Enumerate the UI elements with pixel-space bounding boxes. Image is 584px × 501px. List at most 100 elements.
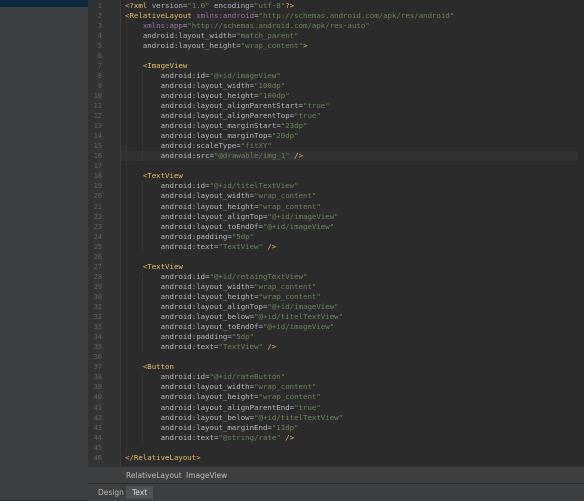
line-number: 21	[93, 202, 102, 211]
line-number: 39	[93, 383, 102, 392]
line-number: 1	[97, 1, 102, 10]
code-line[interactable]: android:id="@+id/rateButton"	[125, 372, 286, 382]
breadcrumb: RelativeLayout ImageView	[88, 466, 584, 484]
line-number: 34	[93, 333, 102, 342]
line-number: 45	[93, 443, 102, 452]
code-line[interactable]: android:text="TextView" />	[125, 242, 277, 252]
code-line[interactable]: android:layout_below="@+id/titelTextView…	[125, 312, 343, 322]
code-line[interactable]: android:layout_toEndOf="@+id/imageView"	[125, 222, 335, 232]
line-number: 5	[97, 41, 102, 50]
line-number: 24	[93, 232, 102, 241]
code-line[interactable]: android:layout_width="wrap_content"	[125, 191, 317, 201]
code-line[interactable]: android:id="@+id/titelTextView"	[125, 181, 299, 191]
line-number: 18	[93, 172, 102, 181]
code-line[interactable]: android:src="@drawable/img_1" />	[121, 151, 584, 162]
indent-guide	[142, 70, 143, 162]
code-line[interactable]: xmlns:app="http://schemas.android.com/ap…	[125, 21, 370, 31]
line-number: 43	[93, 423, 102, 432]
line-number: 42	[93, 413, 102, 422]
line-number: 36	[93, 353, 102, 362]
code-line[interactable]: android:layout_height="wrap_content"	[125, 392, 321, 402]
code-line[interactable]: <Button	[125, 362, 174, 372]
code-line[interactable]: android:layout_alignTop="@+id/imageView"	[125, 212, 339, 222]
line-number: 11	[93, 102, 102, 110]
line-number: 46	[93, 453, 102, 462]
project-panel-strip	[0, 0, 88, 500]
editor-scrollbar[interactable]	[578, 0, 584, 466]
code-line[interactable]: android:layout_height="wrap_content">	[125, 41, 308, 51]
code-line[interactable]: <TextView	[125, 262, 183, 272]
indent-guide	[142, 372, 143, 443]
line-number: 38	[93, 373, 102, 382]
line-number: 8	[97, 71, 102, 80]
code-line[interactable]: android:layout_alignTop="@+id/imageView"	[125, 302, 339, 312]
line-number: 33	[93, 323, 102, 332]
line-number: 29	[93, 282, 102, 291]
indent-guide	[126, 20, 127, 453]
line-number: 4	[97, 31, 102, 40]
tab-design[interactable]: Design	[92, 486, 130, 499]
line-number: 30	[93, 292, 102, 301]
code-line[interactable]: <?xml version="1.0" encoding="utf-8"?>	[125, 1, 294, 11]
line-number: 9	[97, 81, 102, 90]
code-line[interactable]: android:layout_alignParentTop="true"	[125, 111, 321, 121]
line-number: 20	[93, 192, 102, 201]
code-line[interactable]: android:layout_toEndOf="@+id/imageView"	[125, 322, 335, 332]
line-number: 14	[93, 132, 102, 141]
line-number: 6	[97, 51, 102, 60]
line-number: 13	[93, 122, 102, 131]
code-line[interactable]: android:scaleType="fitXY"	[125, 141, 272, 151]
line-number: 26	[93, 252, 102, 261]
line-number: 28	[93, 272, 102, 281]
line-number: 19	[93, 182, 102, 191]
line-number: 23	[93, 222, 102, 231]
code-line[interactable]: android:text="@string/rate" />	[125, 433, 295, 443]
line-number: 44	[93, 433, 102, 442]
indent-guide	[142, 181, 143, 252]
line-number: 35	[93, 343, 102, 352]
code-line[interactable]: android:text="TextView" />	[125, 342, 277, 352]
line-number: 22	[93, 212, 102, 221]
breadcrumb-item-relativelayout[interactable]: RelativeLayout	[126, 471, 182, 480]
line-number: 31	[93, 303, 102, 311]
code-line[interactable]: android:id="@+id/imageView"	[125, 71, 281, 81]
line-number: 15	[93, 142, 102, 151]
editor-mode-tabs: Design Text	[88, 483, 584, 501]
project-panel-selection[interactable]	[0, 0, 88, 7]
code-line[interactable]: android:layout_below="@+id/titelTextView…	[125, 413, 343, 423]
code-line[interactable]: android:padding="5dp"	[125, 332, 254, 342]
code-line[interactable]: android:layout_alignParentEnd="true"	[125, 403, 321, 413]
code-line[interactable]: android:layout_height="wrap_content"	[125, 292, 321, 302]
code-line[interactable]: android:layout_marginStart="23dp"	[125, 121, 308, 131]
code-line[interactable]: android:layout_height="wrap_content"	[125, 202, 321, 212]
breadcrumb-item-imageview[interactable]: ImageView	[186, 471, 227, 480]
code-line[interactable]: android:layout_width="100dp"	[125, 81, 286, 91]
line-number: 32	[93, 313, 102, 322]
code-line[interactable]: <ImageView	[125, 61, 188, 71]
line-number: 2	[97, 11, 102, 20]
code-line[interactable]: android:layout_width="wrap_content"	[125, 282, 317, 292]
code-line[interactable]: android:layout_height="100dp"	[125, 91, 290, 101]
line-number: 40	[93, 393, 102, 402]
code-line[interactable]: android:layout_alignParentStart="true"	[125, 101, 330, 111]
line-number: 37	[93, 363, 102, 372]
code-line[interactable]: </RelativeLayout>	[125, 453, 201, 463]
code-line[interactable]: <RelativeLayout xmlns:android="http://sc…	[125, 11, 454, 21]
tab-text[interactable]: Text	[126, 486, 154, 499]
line-number: 25	[93, 242, 102, 251]
line-number: 3	[97, 21, 102, 30]
line-number: 10	[93, 91, 102, 100]
code-line[interactable]: android:layout_marginEnd="11dp"	[125, 423, 299, 433]
line-number: 7	[97, 61, 102, 70]
code-line[interactable]: android:layout_marginTop="20dp"	[125, 131, 299, 141]
code-line[interactable]: <TextView	[125, 171, 183, 181]
line-number: 17	[93, 162, 102, 171]
line-number: 16	[93, 152, 102, 161]
code-line[interactable]: android:layout_width="wrap_content"	[125, 382, 317, 392]
code-line[interactable]: android:id="@+id/retaingTextView"	[125, 272, 308, 282]
code-line[interactable]: android:layout_width="match_parent"	[125, 31, 299, 41]
code-line[interactable]: android:padding="5dp"	[125, 232, 254, 242]
indent-guide	[142, 271, 143, 353]
line-number: 41	[93, 403, 102, 412]
line-number: 12	[93, 112, 102, 121]
